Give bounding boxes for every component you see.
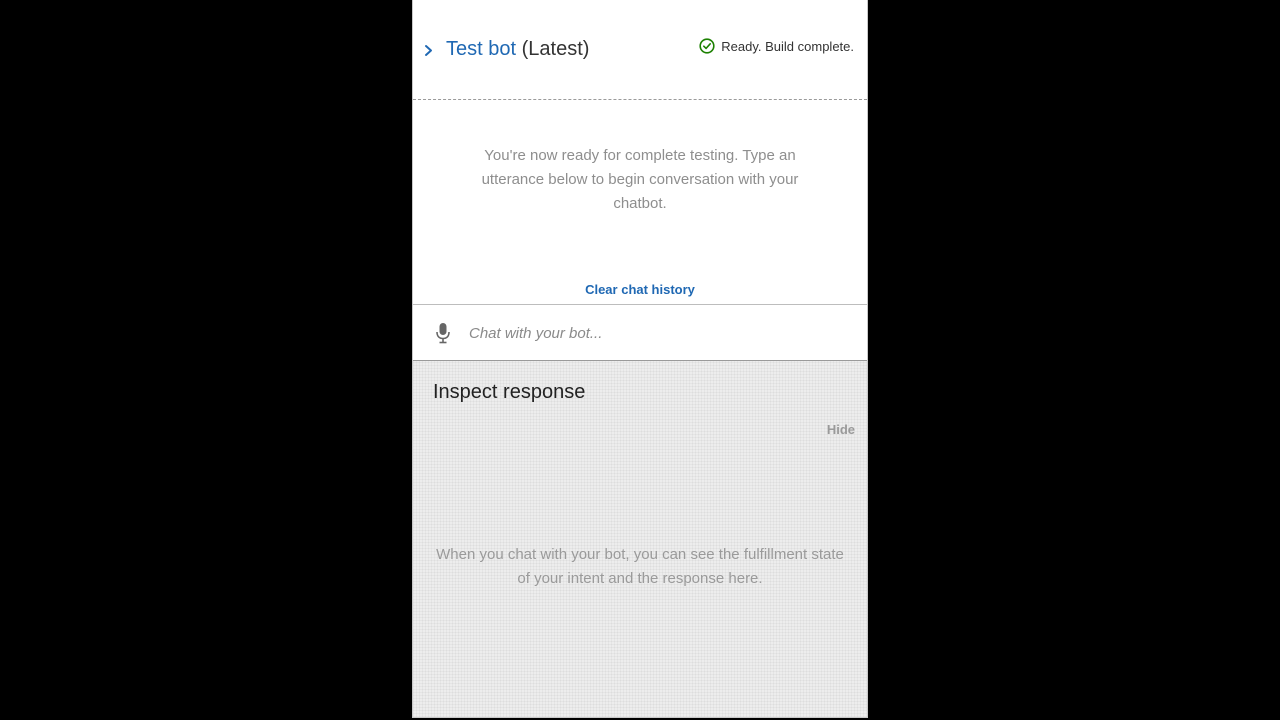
microphone-icon[interactable] [435, 322, 451, 344]
chat-history-area: You're now ready for complete testing. T… [413, 100, 867, 305]
inspect-empty-message: When you chat with your bot, you can see… [436, 546, 844, 587]
chat-input[interactable] [469, 319, 849, 347]
panel-header: Test bot (Latest) Ready. Build complete. [413, 0, 867, 100]
bot-name-link[interactable]: Test bot [446, 38, 516, 60]
inspect-response-panel: Inspect response Hide When you chat with… [413, 361, 867, 717]
check-circle-icon [699, 38, 715, 54]
panel-title: Test bot (Latest) [446, 37, 589, 61]
build-status-text: Ready. Build complete. [721, 38, 854, 54]
build-status: Ready. Build complete. [699, 38, 854, 54]
chat-input-row [413, 305, 867, 361]
test-bot-panel: Test bot (Latest) Ready. Build complete.… [412, 0, 868, 718]
hide-inspect-link[interactable]: Hide [827, 422, 855, 437]
clear-chat-history-link[interactable]: Clear chat history [413, 282, 867, 297]
inspect-response-title: Inspect response [433, 381, 586, 403]
chevron-right-icon[interactable] [422, 40, 436, 60]
bot-version: (Latest) [521, 38, 590, 60]
chat-intro-message: You're now ready for complete testing. T… [481, 147, 799, 212]
